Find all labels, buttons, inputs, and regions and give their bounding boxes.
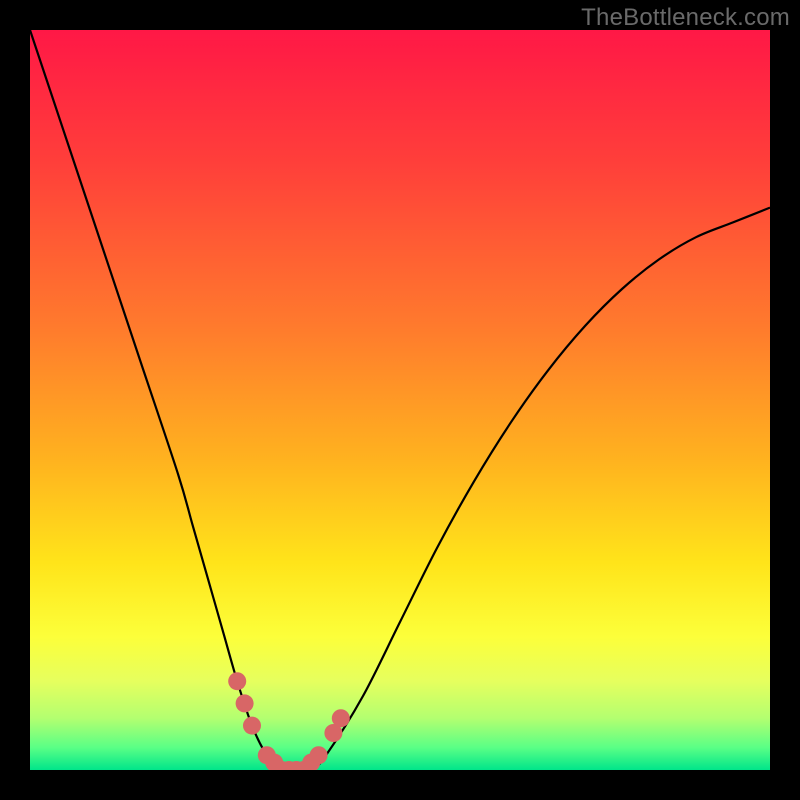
data-marker [243,717,261,735]
data-marker [228,672,246,690]
watermark-text: TheBottleneck.com [581,4,790,32]
data-marker [236,694,254,712]
data-marker [310,746,328,764]
chart-frame: TheBottleneck.com [0,0,800,800]
data-marker [332,709,350,727]
gradient-background [30,30,770,770]
chart-svg [30,30,770,770]
plot-area [30,30,770,770]
